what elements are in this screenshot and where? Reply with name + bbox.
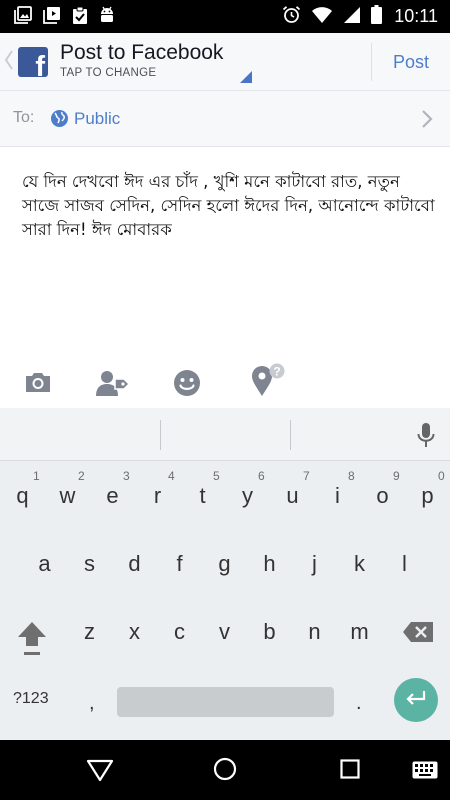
key-t[interactable]: t [180,484,225,508]
key-h[interactable]: h [247,552,292,576]
globe-icon [50,109,69,132]
key-hint: 1 [33,469,40,483]
post-composer[interactable]: যে দিন দেখবো ঈদ এর চাঁদ , খুশি মনে কাটাব… [0,148,450,360]
audience-selector[interactable]: To: Public [0,91,450,147]
backspace-icon[interactable] [402,621,434,647]
page-title: Post to Facebook [60,41,224,64]
gallery-icon [14,5,32,28]
post-text-input[interactable]: যে দিন দেখবো ঈদ এর চাঁদ , খুশি মনে কাটাব… [22,170,442,242]
navigation-bar [0,740,450,800]
back-icon[interactable] [86,758,114,786]
dropdown-corner-icon [240,71,252,83]
suggestion-divider [290,420,291,450]
period-key[interactable]: . [356,692,362,715]
wifi-icon [311,6,333,28]
key-d[interactable]: d [112,552,157,576]
emoji-icon[interactable] [173,369,201,401]
location-icon[interactable]: ? [250,363,286,401]
key-i[interactable]: i [315,484,360,508]
tap-to-change-label: TAP TO CHANGE [60,67,157,79]
suggestion-strip [0,408,450,461]
android-icon [99,6,115,28]
key-y[interactable]: y [225,484,270,508]
target-selector[interactable]: Post to Facebook TAP TO CHANGE [60,40,255,86]
key-w[interactable]: w [45,484,90,508]
key-e[interactable]: e [90,484,135,508]
key-m[interactable]: m [337,620,382,644]
attachment-bar: ? [0,360,450,408]
key-hint: 4 [168,469,175,483]
alarm-icon [282,5,301,28]
tag-people-icon[interactable] [96,369,131,401]
key-q[interactable]: q [0,484,45,508]
back-chevron-icon[interactable] [4,49,14,75]
key-hint: 0 [438,469,445,483]
key-v[interactable]: v [202,620,247,644]
key-z[interactable]: z [67,620,112,644]
soft-keyboard: 1 2 3 4 5 6 7 8 9 0 q w e r t y u i o p … [0,408,450,740]
screen: 10:11 f Post to Facebook TAP TO CHANGE P… [0,0,450,800]
audience-value: Public [74,109,121,128]
key-hint: 6 [258,469,265,483]
key-hint: 3 [123,469,130,483]
video-icon [43,6,61,28]
svg-text:?: ? [273,365,280,379]
clipboard-check-icon [72,6,88,28]
key-n[interactable]: n [292,620,337,644]
key-g[interactable]: g [202,552,247,576]
key-c[interactable]: c [157,620,202,644]
keyboard-switch-icon[interactable] [412,761,438,783]
clock: 10:11 [394,6,438,26]
space-bar[interactable] [117,687,334,717]
battery-icon [371,5,383,28]
enter-key[interactable] [394,678,438,722]
chevron-right-icon [421,109,433,133]
key-f[interactable]: f [157,552,202,576]
enter-icon [405,690,427,710]
recents-icon[interactable] [340,759,360,783]
key-p[interactable]: p [405,484,450,508]
microphone-icon[interactable] [416,422,436,452]
key-s[interactable]: s [67,552,112,576]
key-hint: 5 [213,469,220,483]
key-b[interactable]: b [247,620,292,644]
key-u[interactable]: u [270,484,315,508]
home-icon[interactable] [213,757,237,785]
key-l[interactable]: l [382,552,427,576]
signal-icon [343,6,361,28]
key-r[interactable]: r [135,484,180,508]
key-hint: 7 [303,469,310,483]
key-a[interactable]: a [22,552,67,576]
composer-header: f Post to Facebook TAP TO CHANGE Post [0,33,450,91]
key-j[interactable]: j [292,552,337,576]
key-k[interactable]: k [337,552,382,576]
symbols-key[interactable]: ?123 [13,690,49,708]
comma-key[interactable]: , [89,692,95,715]
key-hint: 9 [393,469,400,483]
key-o[interactable]: o [360,484,405,508]
key-hint: 2 [78,469,85,483]
to-label: To: [13,109,35,126]
status-bar: 10:11 [0,0,450,33]
key-x[interactable]: x [112,620,157,644]
key-hint: 8 [348,469,355,483]
suggestion-divider [160,420,161,450]
post-button[interactable]: Post [372,33,450,91]
camera-icon[interactable] [24,369,52,399]
shift-icon[interactable] [17,620,47,660]
facebook-logo-icon: f [18,47,48,77]
